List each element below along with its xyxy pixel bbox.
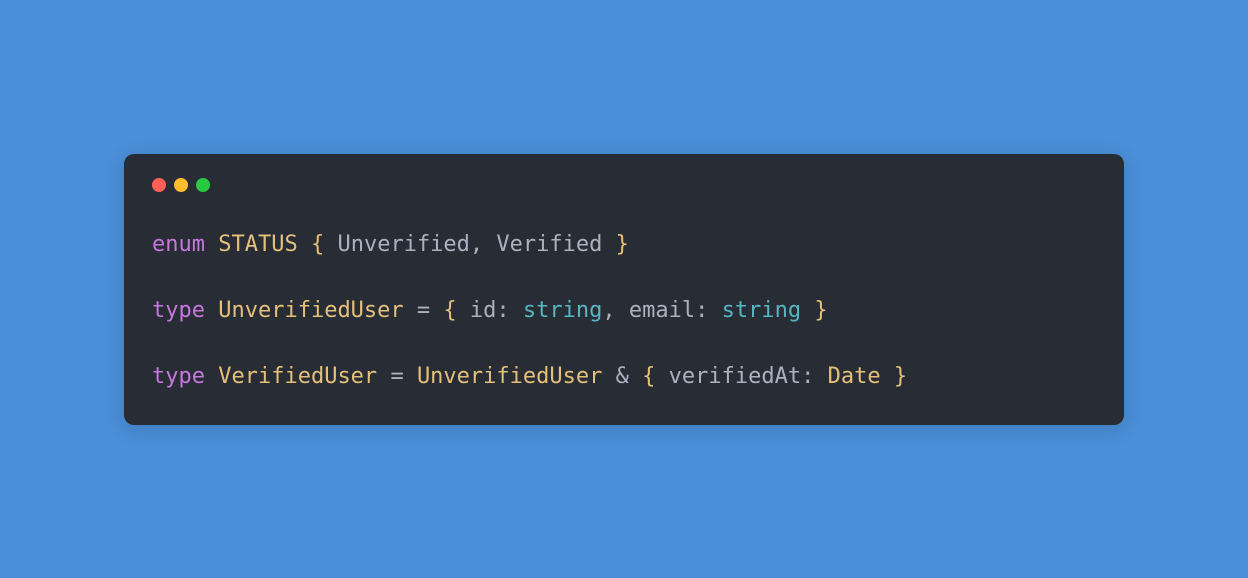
- brace-open: {: [642, 364, 655, 389]
- keyword-enum: enum: [152, 232, 205, 257]
- type-status: STATUS: [218, 232, 297, 257]
- prop-verified-at: verifiedAt: [669, 364, 801, 389]
- code-content: enum STATUS { Unverified, Verified } typ…: [152, 228, 1096, 393]
- close-icon[interactable]: [152, 178, 166, 192]
- minimize-icon[interactable]: [174, 178, 188, 192]
- enum-member-verified: Verified: [496, 232, 602, 257]
- colon: :: [496, 298, 509, 323]
- brace-open: {: [311, 232, 324, 257]
- keyword-type: type: [152, 364, 205, 389]
- comma: ,: [602, 298, 615, 323]
- type-unverified-user-ref: UnverifiedUser: [417, 364, 602, 389]
- colon: :: [801, 364, 814, 389]
- type-string: string: [523, 298, 602, 323]
- equals: =: [417, 298, 430, 323]
- window-controls: [152, 178, 1096, 192]
- maximize-icon[interactable]: [196, 178, 210, 192]
- brace-close: }: [814, 298, 827, 323]
- type-date: Date: [828, 364, 881, 389]
- brace-close: }: [616, 232, 629, 257]
- type-unverified-user: UnverifiedUser: [218, 298, 403, 323]
- brace-open: {: [443, 298, 456, 323]
- code-window: enum STATUS { Unverified, Verified } typ…: [124, 154, 1124, 425]
- colon: :: [695, 298, 708, 323]
- comma: ,: [470, 232, 483, 257]
- brace-close: }: [894, 364, 907, 389]
- equals: =: [390, 364, 403, 389]
- enum-member-unverified: Unverified: [337, 232, 469, 257]
- prop-email: email: [629, 298, 695, 323]
- ampersand: &: [616, 364, 629, 389]
- type-verified-user: VerifiedUser: [218, 364, 377, 389]
- keyword-type: type: [152, 298, 205, 323]
- prop-id: id: [470, 298, 497, 323]
- type-string: string: [722, 298, 801, 323]
